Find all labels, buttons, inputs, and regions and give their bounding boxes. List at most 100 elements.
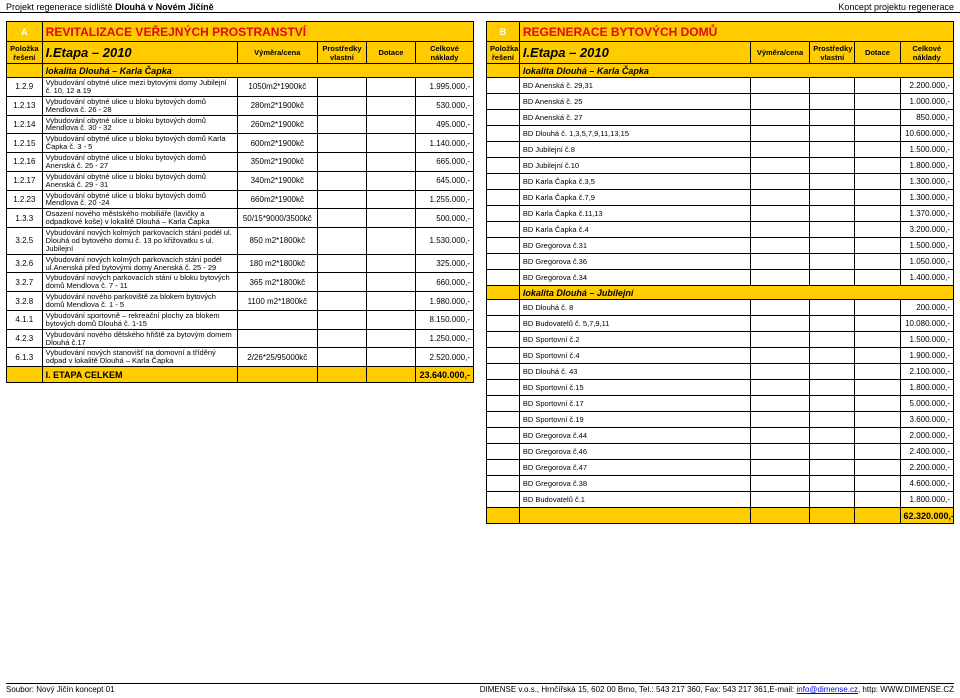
row-cost: 8.150.000,-: [415, 310, 473, 329]
row-cost: 2.200.000,-: [900, 78, 953, 94]
row-cost: 645.000,-: [415, 171, 473, 190]
row-desc: BD Gregorova č.47: [519, 460, 750, 476]
row-desc: BD Dlouhá č. 1,3,5,7,9,11,13,15: [519, 126, 750, 142]
col-dotace-b: Dotace: [855, 42, 900, 64]
total-a-label: I. ETAPA CELKEM: [42, 367, 237, 383]
doc-title-right: Koncept projektu regenerace: [838, 2, 954, 12]
row-rate: 280m2*1900kč: [237, 96, 317, 115]
row-cost: 2.100.000,-: [900, 364, 953, 380]
row-cost: 1.800.000,-: [900, 380, 953, 396]
col-polozka-b: Položka řešení: [487, 42, 520, 64]
row-cost: 5.000.000,-: [900, 396, 953, 412]
table-row: 3.2.5 Vybudování nových kolmých parkovac…: [7, 228, 474, 255]
row-desc: Vybudování obytné ulice u bloku bytových…: [42, 115, 237, 134]
row-desc: Vybudování obytné ulice u bloku bytových…: [42, 171, 237, 190]
table-row: BD Karla Čapka č.3,5 1.300.000,-: [487, 174, 954, 190]
row-rate: 850 m2*1800kč: [237, 228, 317, 255]
table-row: BD Gregorova č.46 2.400.000,-: [487, 444, 954, 460]
row-rate: 50/15*9000/3500kč: [237, 209, 317, 228]
row-id: 1.2.17: [7, 171, 43, 190]
table-row: BD Jubilejní č.10 1.800.000,-: [487, 158, 954, 174]
col-vymera-b: Výměra/cena: [750, 42, 810, 64]
row-id: 1.2.16: [7, 153, 43, 172]
row-id: 1.3.3: [7, 209, 43, 228]
row-desc: Vybudování nového dětského hřiště za byt…: [42, 329, 237, 348]
table-row: 6.1.3 Vybudování nových stanovišť na dom…: [7, 348, 474, 367]
row-cost: 495.000,-: [415, 115, 473, 134]
row-rate: [237, 310, 317, 329]
table-row: 4.2.3 Vybudování nového dětského hřiště …: [7, 329, 474, 348]
table-row: BD Gregorova č.47 2.200.000,-: [487, 460, 954, 476]
row-desc: BD Anenská č. 29,31: [519, 78, 750, 94]
table-row: BD Dlouhá č. 8 200.000,-: [487, 300, 954, 316]
table-row: BD Anenská č. 27 850.000,-: [487, 110, 954, 126]
row-desc: BD Jubilejní č.10: [519, 158, 750, 174]
row-cost: 1.530.000,-: [415, 228, 473, 255]
row-cost: 1.800.000,-: [900, 492, 953, 508]
table-row: 1.2.23 Vybudování obytné ulice u bloku b…: [7, 190, 474, 209]
row-rate: 660m2*1900kč: [237, 190, 317, 209]
doc-title-prefix: Projekt regenerace sídliště: [6, 2, 115, 12]
table-row: 1.2.17 Vybudování obytné ulice u bloku b…: [7, 171, 474, 190]
row-cost: 1.050.000,-: [900, 254, 953, 270]
footer-email-link[interactable]: info@dimense.cz: [797, 685, 858, 694]
row-id: 1.2.13: [7, 96, 43, 115]
top-header: Projekt regenerace sídliště Dlouhá v Nov…: [0, 0, 960, 13]
row-desc: BD Sportovní č.17: [519, 396, 750, 412]
table-row: 3.2.6 Vybudování nových kolmých parkovac…: [7, 254, 474, 273]
table-b: B REGENERACE BYTOVÝCH DOMŮ Položka řešen…: [486, 21, 954, 524]
table-row: 4.1.1 Vybudování sportovně – rekreační p…: [7, 310, 474, 329]
row-cost: 1.400.000,-: [900, 270, 953, 286]
row-rate: 350m2*1900kč: [237, 153, 317, 172]
table-row: BD Sportovní č.4 1.900.000,-: [487, 348, 954, 364]
row-id: 4.1.1: [7, 310, 43, 329]
row-rate: 2/26*25/95000kč: [237, 348, 317, 367]
col-celkove: Celkové náklady: [415, 42, 473, 64]
row-rate: 600m2*1900kč: [237, 134, 317, 153]
table-row: BD Jubilejní č.8 1.500.000,-: [487, 142, 954, 158]
row-id: 1.2.9: [7, 78, 43, 97]
col-polozka: Položka řešení: [7, 42, 43, 64]
table-row: BD Sportovní č.15 1.800.000,-: [487, 380, 954, 396]
sub-a1: lokalita Dlouhá – Karla Čapka: [42, 64, 473, 78]
row-id: 1.2.15: [7, 134, 43, 153]
section-b-letter: B: [487, 22, 520, 42]
row-id: 3.2.8: [7, 292, 43, 311]
row-rate: 1050m2*1900kč: [237, 78, 317, 97]
sub-b2: lokalita Dlouhá – Jubilejní: [519, 286, 953, 300]
row-rate: 340m2*1900kč: [237, 171, 317, 190]
row-cost: 1.000.000,-: [900, 94, 953, 110]
row-desc: BD Gregorova č.38: [519, 476, 750, 492]
row-desc: Vybudování nových kolmých parkovacích st…: [42, 228, 237, 255]
row-desc: Vybudování obytné ulice u bloku bytových…: [42, 190, 237, 209]
row-cost: 1.500.000,-: [900, 238, 953, 254]
row-cost: 660.000,-: [415, 273, 473, 292]
row-desc: Vybudování nových stanovišť na domovní a…: [42, 348, 237, 367]
section-b-title: REGENERACE BYTOVÝCH DOMŮ: [523, 25, 717, 39]
table-row: BD Karla Čapka č.11,13 1.370.000,-: [487, 206, 954, 222]
row-cost: 1.500.000,-: [900, 142, 953, 158]
row-desc: BD Anenská č. 25: [519, 94, 750, 110]
row-rate: 260m2*1900kč: [237, 115, 317, 134]
table-row: BD Budovatelů č.1 1.800.000,-: [487, 492, 954, 508]
table-row: 3.2.8 Vybudování nového parkoviště za bl…: [7, 292, 474, 311]
table-row: BD Dlouhá č. 1,3,5,7,9,11,13,15 10.600.0…: [487, 126, 954, 142]
row-desc: BD Anenská č. 27: [519, 110, 750, 126]
row-desc: Vybudování obytné ulice u bloku bytových…: [42, 96, 237, 115]
footer: Soubor: Nový Jičín koncept 01 DIMENSE v.…: [6, 683, 954, 694]
row-id: 3.2.5: [7, 228, 43, 255]
table-row: 1.2.16 Vybudování obytné ulice u bloku b…: [7, 153, 474, 172]
row-desc: BD Dlouhá č. 43: [519, 364, 750, 380]
row-cost: 530.000,-: [415, 96, 473, 115]
table-row: 1.2.9 Vybudování obytné ulice mezi bytov…: [7, 78, 474, 97]
table-row: BD Karla Čapka č.7,9 1.300.000,-: [487, 190, 954, 206]
table-row: BD Karla Čapka č.4 3.200.000,-: [487, 222, 954, 238]
table-row: BD Anenská č. 25 1.000.000,-: [487, 94, 954, 110]
table-row: BD Sportovní č.17 5.000.000,-: [487, 396, 954, 412]
table-row: BD Gregorova č.34 1.400.000,-: [487, 270, 954, 286]
table-row: BD Budovatelů č. 5,7,9,11 10.080.000,-: [487, 316, 954, 332]
table-row: BD Gregorova č.38 4.600.000,-: [487, 476, 954, 492]
table-row: BD Gregorova č.36 1.050.000,-: [487, 254, 954, 270]
row-desc: Vybudování sportovně – rekreační plochy …: [42, 310, 237, 329]
section-a-title: REVITALIZACE VEŘEJNÝCH PROSTRANSTVÍ: [46, 25, 306, 39]
